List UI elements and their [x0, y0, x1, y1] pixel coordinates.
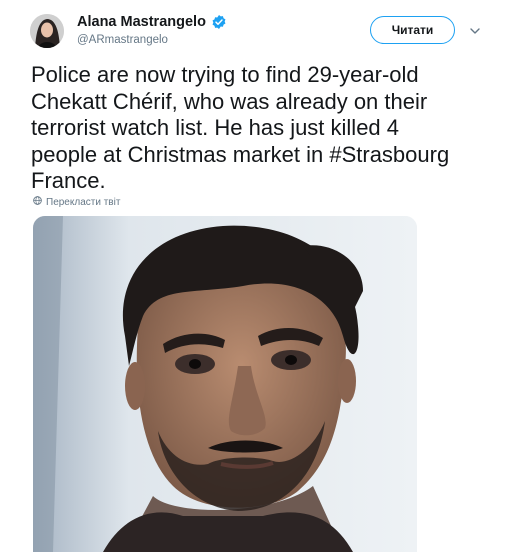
author-name[interactable]: Alana Mastrangelo — [77, 14, 206, 30]
author-name-row: Alana Mastrangelo — [77, 12, 227, 32]
follow-button[interactable]: Читати — [370, 16, 455, 44]
chevron-down-icon[interactable] — [469, 24, 481, 36]
globe-icon — [33, 196, 42, 208]
author-block: Alana Mastrangelo @ARmastrangelo — [77, 12, 227, 46]
translate-tweet-link[interactable]: Перекласти твіт — [33, 196, 120, 208]
verified-badge-icon — [211, 14, 227, 30]
tweet-photo[interactable] — [33, 216, 417, 552]
author-handle[interactable]: @ARmastrangelo — [77, 34, 227, 46]
photo-image — [33, 216, 417, 552]
avatar[interactable] — [30, 14, 64, 48]
translate-label: Перекласти твіт — [46, 196, 121, 208]
avatar-image — [30, 14, 64, 48]
tweet-text: Police are now trying to find 29-year-ol… — [31, 62, 450, 194]
